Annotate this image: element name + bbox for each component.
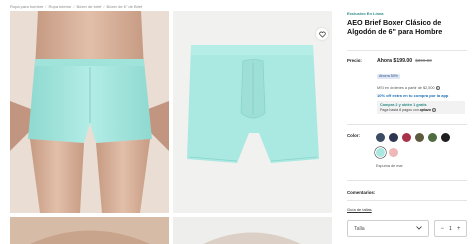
breadcrumb-item[interactable]: Bóxer de brief — [77, 4, 102, 9]
info-icon[interactable]: i — [435, 86, 440, 90]
info-icon[interactable]: i — [431, 108, 436, 113]
breadcrumb-item[interactable]: Ropa para hombre — [10, 4, 43, 9]
color-label: Color: — [347, 133, 360, 138]
exclusive-badge: Exclusivo En Línea — [347, 11, 384, 16]
color-swatch-olive[interactable] — [415, 133, 424, 142]
product-title: AEO Brief Boxer Clásico de Algodón de 6"… — [347, 18, 443, 36]
discount-badge: Ahorra 50% — [377, 73, 400, 79]
color-swatch-aqua[interactable] — [376, 148, 385, 157]
price-label: Precio: — [347, 58, 362, 63]
selected-color-name: Espuma de mar — [376, 164, 403, 168]
size-guide-link[interactable]: Guía de tallas — [347, 207, 372, 212]
breadcrumb-separator: / — [45, 4, 47, 9]
breadcrumb-item: Bóxer de 6" de Brief — [106, 4, 143, 9]
divider — [347, 180, 467, 181]
comments-label: Comentarios: — [347, 190, 376, 195]
quantity-increase-button[interactable]: + — [457, 226, 461, 232]
color-swatch-pattern-dark[interactable] — [376, 133, 385, 142]
msi-text: MSI en órdenes a partir de $2,500 i — [377, 86, 472, 90]
product-photo-front[interactable] — [10, 217, 169, 244]
app-promo[interactable]: 10% off extra en tu compra por la app — [377, 93, 472, 98]
product-gallery — [10, 11, 332, 244]
product-photo-detail[interactable] — [173, 217, 332, 244]
product-photo-back[interactable] — [10, 11, 169, 213]
chevron-down-icon — [416, 225, 422, 232]
wishlist-button[interactable] — [316, 28, 328, 40]
price-block: Ahora $199.00 $399.00 Ahorra 50% MSI en … — [377, 58, 472, 115]
breadcrumb-separator: / — [103, 4, 105, 9]
product-info: Exclusivo En Línea AEO Brief Boxer Clási… — [347, 11, 467, 36]
quantity-value: 1 — [449, 225, 452, 232]
size-select-value: Talla — [354, 225, 365, 232]
divider — [347, 200, 467, 201]
breadcrumb-separator: / — [73, 4, 75, 9]
original-price: $399.00 — [415, 58, 432, 63]
promo-sub-prefix: Paga hasta 8 pagos con — [380, 108, 419, 112]
promo-box: Compra 2 y obtén 1 gratis Paga hasta 8 p… — [377, 101, 465, 115]
color-swatch-pink[interactable] — [389, 148, 398, 157]
heart-icon — [318, 25, 326, 43]
aplazo-logo: aplazo — [419, 108, 431, 112]
promo-sub: Paga hasta 8 pagos con aplazo i — [380, 108, 462, 113]
divider — [347, 124, 467, 125]
color-swatch-cherry-red[interactable] — [402, 133, 411, 142]
promo-main: Compra 2 y obtén 1 gratis — [380, 103, 427, 107]
color-swatch-graphic-navy[interactable] — [389, 133, 398, 142]
color-swatch-camo-green[interactable] — [428, 133, 437, 142]
product-photo-flat[interactable] — [173, 11, 332, 213]
size-select[interactable]: Talla — [347, 220, 429, 237]
msi-label: MSI en órdenes a partir de $2,500 — [377, 86, 435, 90]
current-price: Ahora $199.00 — [377, 58, 413, 64]
quantity-decrease-button[interactable]: − — [441, 226, 445, 232]
color-swatch-black[interactable] — [441, 133, 450, 142]
divider — [347, 50, 467, 51]
quantity-stepper: − 1 + — [434, 220, 467, 237]
breadcrumb: Ropa para hombre / Ropa interior / Bóxer… — [10, 4, 142, 9]
breadcrumb-item[interactable]: Ropa interior — [48, 4, 71, 9]
